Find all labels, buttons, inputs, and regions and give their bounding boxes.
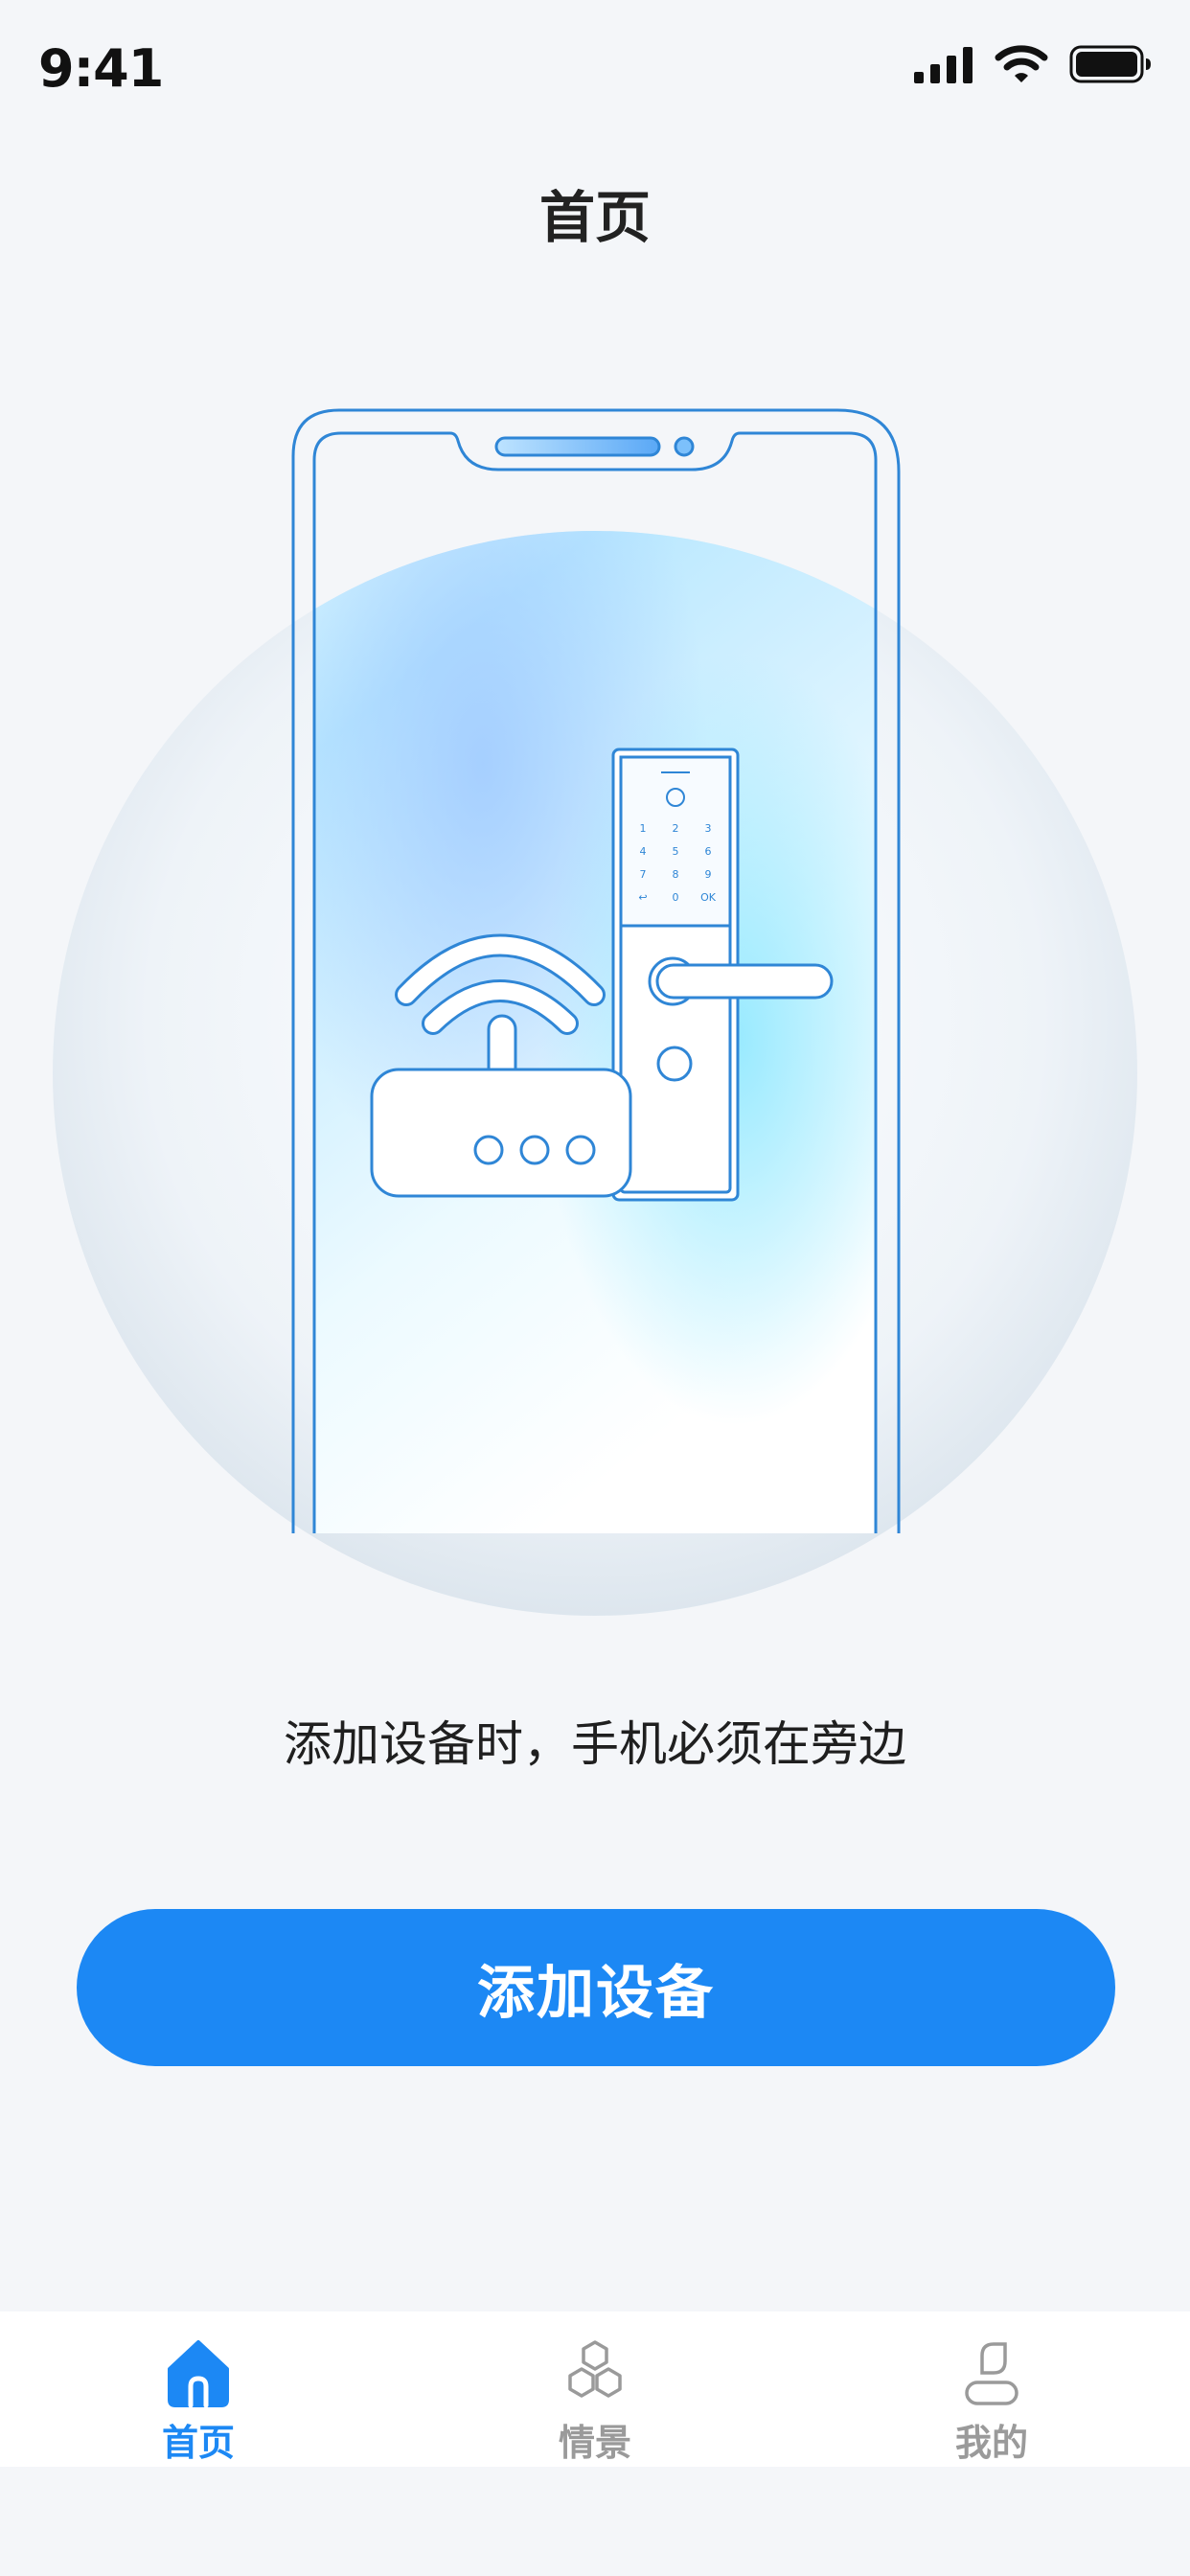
keypad-key: 8 [673,868,679,881]
wifi-icon [995,45,1048,82]
tab-label-home: 首页 [161,2422,235,2464]
keypad-key: ↩ [638,891,647,904]
page-title: 首页 [538,185,651,250]
keypad-key: 6 [705,845,712,858]
keypad-key: 9 [705,868,712,881]
tab-profile[interactable]: 我的 [793,2312,1190,2467]
router-icon [370,933,632,1198]
scene-icon [568,2340,622,2398]
keypad-key: 1 [640,822,647,835]
tab-label-profile: 我的 [954,2422,1028,2464]
tab-home[interactable]: 首页 [0,2312,397,2467]
add-device-button[interactable]: 添加设备 [77,1909,1115,2066]
status-bar: 9:41 [0,0,1190,134]
keypad-key: 3 [705,822,712,835]
home-icon [168,2340,229,2408]
keypad-key: 7 [640,868,647,881]
tab-scene[interactable]: 情景 [397,2312,793,2467]
keypad-key: OK [700,891,717,904]
keypad-key: 4 [640,845,647,858]
keypad-key: 5 [673,845,679,858]
battery-icon [1069,45,1151,83]
status-icons [914,44,1152,84]
profile-icon [965,2342,1018,2405]
tab-label-scene: 情景 [558,2422,631,2464]
keypad-key: 2 [673,822,679,835]
add-device-illustration: 1 2 3 4 5 6 7 8 9 ↩ 0 OK [53,408,1137,1616]
hint-text: 添加设备时，手机必须在旁边 [284,1716,906,1772]
cellular-signal-icon [914,47,973,83]
keypad-key: 0 [673,891,679,904]
status-time: 9:41 [38,38,164,99]
tab-bar: 首页 情景 我的 [0,2312,1190,2467]
